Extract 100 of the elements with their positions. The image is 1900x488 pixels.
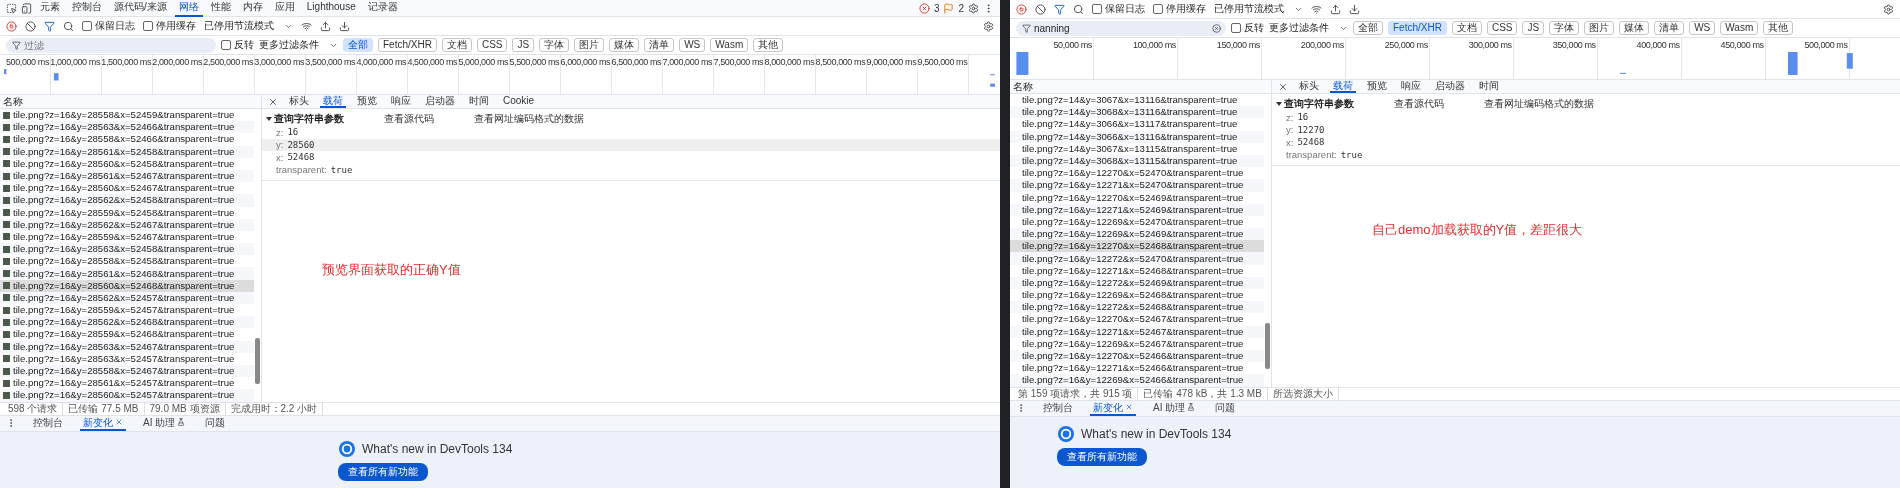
close-icon[interactable] bbox=[115, 418, 123, 426]
request-row[interactable]: tile.png?z=16&y=12271&x=52470&transparent=true bbox=[1010, 179, 1264, 192]
request-row[interactable]: tile.png?z=16&y=28561&x=52468&transparent=true bbox=[0, 267, 254, 280]
type-filter-chip[interactable]: 文档 bbox=[441, 38, 472, 52]
drawer-tab[interactable]: 控制台 bbox=[1040, 400, 1076, 416]
settings-icon[interactable] bbox=[1883, 3, 1894, 15]
clear-icon[interactable] bbox=[1212, 23, 1221, 33]
drawer-tab[interactable]: AI 助理 bbox=[1150, 400, 1199, 416]
panel-tab[interactable]: 源代码/来源 bbox=[110, 0, 171, 17]
detail-tab[interactable]: 标头 bbox=[1296, 80, 1322, 93]
checkbox[interactable] bbox=[1092, 4, 1102, 14]
type-filter-chip[interactable]: JS bbox=[512, 38, 535, 52]
type-filter-chip[interactable]: JS bbox=[1522, 21, 1545, 35]
type-filter-chip[interactable]: CSS bbox=[476, 38, 508, 52]
drawer-tab[interactable]: 问题 bbox=[202, 415, 229, 431]
scrollbar-thumb[interactable] bbox=[1265, 322, 1270, 369]
detail-tab[interactable]: 时间 bbox=[1476, 80, 1502, 93]
type-filter-chip[interactable]: 其他 bbox=[1763, 21, 1794, 35]
checkbox[interactable] bbox=[221, 40, 231, 50]
request-row[interactable]: tile.png?z=16&y=12272&x=52470&transparent=true bbox=[1010, 252, 1264, 265]
settings-icon[interactable] bbox=[983, 20, 994, 32]
wifi-icon[interactable] bbox=[301, 20, 312, 32]
request-row[interactable]: tile.png?z=16&y=12272&x=52468&transparent=true bbox=[1010, 301, 1264, 314]
wifi-icon[interactable] bbox=[1311, 3, 1322, 15]
request-row[interactable]: tile.png?z=14&y=3068&x=13116&transparent=true bbox=[1010, 106, 1264, 119]
type-filter-chip[interactable]: 清单 bbox=[644, 38, 675, 52]
upload-icon[interactable] bbox=[320, 20, 331, 32]
type-filter-chip[interactable]: WS bbox=[1689, 21, 1716, 35]
checkbox[interactable] bbox=[82, 21, 92, 31]
request-row[interactable]: tile.png?z=16&y=12270&x=52468&transparent=true bbox=[1010, 240, 1264, 253]
detail-tab[interactable]: 载荷 bbox=[1330, 80, 1356, 93]
detail-tab[interactable]: 载荷 bbox=[320, 95, 346, 108]
clear-icon[interactable] bbox=[1035, 3, 1046, 15]
drawer-tab[interactable]: 新变化 bbox=[1090, 400, 1136, 416]
panel-tab[interactable]: 内存 bbox=[238, 0, 267, 17]
download-icon[interactable] bbox=[339, 20, 350, 32]
device-icon[interactable] bbox=[21, 2, 32, 14]
filter-field[interactable]: nanning bbox=[1016, 20, 1226, 36]
record-icon[interactable] bbox=[1016, 3, 1027, 15]
detail-tab[interactable]: 响应 bbox=[388, 95, 414, 108]
detail-tab[interactable]: 启动器 bbox=[1432, 80, 1468, 93]
filter-icon[interactable] bbox=[1054, 3, 1065, 15]
more-filters-dropdown[interactable]: 更多过滤条件 bbox=[1269, 21, 1329, 35]
type-filter-chip[interactable]: 图片 bbox=[574, 38, 605, 52]
type-filter-chip[interactable]: 全部 bbox=[343, 38, 373, 52]
type-filter-chip[interactable]: Wasm bbox=[710, 38, 749, 52]
detail-tab[interactable]: 时间 bbox=[466, 95, 492, 108]
record-icon[interactable] bbox=[6, 20, 17, 32]
checkbox[interactable] bbox=[1153, 4, 1163, 14]
panel-tab[interactable]: 元素 bbox=[36, 0, 64, 17]
detail-tab[interactable]: 响应 bbox=[1398, 80, 1424, 93]
panel-tab[interactable]: 记录器 bbox=[363, 0, 402, 17]
clear-icon[interactable] bbox=[25, 20, 36, 32]
upload-icon[interactable] bbox=[1330, 3, 1341, 15]
panel-tab[interactable]: 应用 bbox=[270, 0, 299, 17]
request-row[interactable]: tile.png?z=16&y=28562&x=52458&transparent=true bbox=[0, 194, 254, 207]
checkbox[interactable] bbox=[1231, 23, 1241, 33]
column-header[interactable]: 名称 bbox=[3, 94, 23, 109]
request-row[interactable]: tile.png?z=16&y=28560&x=52457&transparent=true bbox=[0, 389, 254, 402]
settings-icon[interactable] bbox=[968, 2, 979, 14]
type-filter-chip[interactable]: 其他 bbox=[753, 38, 784, 52]
type-filter-chip[interactable]: Fetch/XHR bbox=[1388, 21, 1447, 35]
see-all-button[interactable]: 查看所有新功能 bbox=[1057, 447, 1147, 466]
type-filter-chip[interactable]: 字体 bbox=[539, 38, 570, 52]
close-icon[interactable] bbox=[1125, 403, 1133, 411]
panel-tab[interactable]: 控制台 bbox=[68, 0, 106, 17]
throttling-dropdown[interactable]: 已停用节流模式 bbox=[204, 19, 274, 33]
request-row[interactable]: tile.png?z=16&y=28563&x=52458&transparent=true bbox=[0, 243, 254, 256]
detail-tab[interactable]: 标头 bbox=[286, 95, 312, 108]
type-filter-chip[interactable]: 文档 bbox=[1451, 21, 1482, 35]
detail-tab[interactable]: 预览 bbox=[1364, 80, 1390, 93]
drawer-tab[interactable]: 控制台 bbox=[30, 415, 66, 431]
view-link[interactable]: 查看网址编码格式的数据 bbox=[1484, 97, 1594, 111]
search-icon[interactable] bbox=[1073, 3, 1084, 15]
request-row[interactable]: tile.png?z=16&y=12269&x=52466&transparent=true bbox=[1010, 374, 1264, 387]
checkbox[interactable] bbox=[143, 21, 153, 31]
type-filter-chip[interactable]: WS bbox=[679, 38, 706, 52]
close-icon[interactable] bbox=[1278, 81, 1288, 92]
scrollbar-thumb[interactable] bbox=[255, 337, 260, 384]
see-all-button[interactable]: 查看所有新功能 bbox=[338, 462, 428, 481]
request-row[interactable]: tile.png?z=16&y=12269&x=52469&transparent=true bbox=[1010, 228, 1264, 241]
throttling-dropdown[interactable]: 已停用节流模式 bbox=[1214, 2, 1284, 16]
type-filter-chip[interactable]: 全部 bbox=[1353, 21, 1383, 35]
column-header[interactable]: 名称 bbox=[1013, 79, 1033, 94]
type-filter-chip[interactable]: Wasm bbox=[1720, 21, 1759, 35]
warning-count[interactable]: 2 bbox=[958, 2, 964, 14]
panel-tab[interactable]: 性能 bbox=[206, 0, 235, 17]
detail-tab[interactable]: Cookie bbox=[500, 95, 538, 108]
request-row[interactable]: tile.png?z=16&y=28562&x=52468&transparent=true bbox=[0, 316, 254, 329]
section-toggle[interactable]: 查询字符串参数 bbox=[1276, 97, 1354, 111]
download-icon[interactable] bbox=[1349, 3, 1360, 15]
panel-tab[interactable]: Lighthouse bbox=[302, 0, 360, 17]
detail-tab[interactable]: 预览 bbox=[354, 95, 380, 108]
search-icon[interactable] bbox=[63, 20, 74, 32]
section-toggle[interactable]: 查询字符串参数 bbox=[266, 112, 344, 126]
view-link[interactable]: 查看源代码 bbox=[384, 112, 434, 126]
filter-icon[interactable] bbox=[44, 20, 55, 32]
type-filter-chip[interactable]: 清单 bbox=[1654, 21, 1685, 35]
view-link[interactable]: 查看网址编码格式的数据 bbox=[474, 112, 584, 126]
request-row[interactable]: tile.png?z=16&y=28563&x=52466&transparent=true bbox=[0, 121, 254, 134]
